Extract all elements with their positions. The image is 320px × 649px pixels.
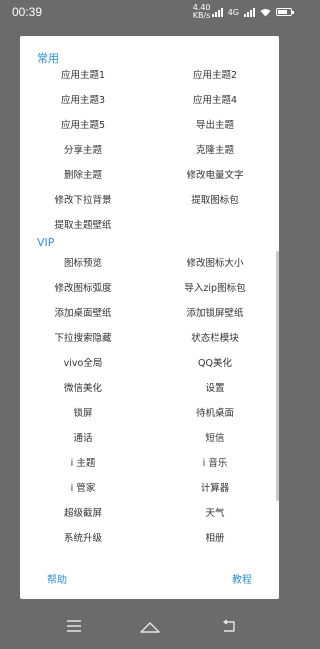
network-type: 4G	[227, 7, 239, 17]
status-bar: 00:39 4.40 KB/s 4G	[0, 0, 300, 24]
wifi-icon	[260, 8, 271, 16]
menu-item[interactable]: 分享主题	[28, 144, 138, 158]
menu-item[interactable]: 修改图标大小	[160, 257, 270, 271]
menu-item[interactable]: 修改图标弧度	[28, 282, 138, 296]
menu-item[interactable]: 添加锁屏壁纸	[160, 307, 270, 321]
menu-item[interactable]: 短信	[160, 432, 270, 446]
menu-item[interactable]: 通话	[28, 432, 138, 446]
menu-item[interactable]: 天气	[160, 507, 270, 521]
menu-item[interactable]: 删除主题	[28, 169, 138, 183]
status-icons: 4.40 KB/s 4G	[192, 3, 294, 20]
menu-item[interactable]: 克隆主题	[160, 144, 270, 158]
scrollbar[interactable]	[276, 251, 279, 501]
menu-item[interactable]: 应用主题5	[28, 119, 138, 133]
help-button[interactable]: 帮助	[47, 571, 67, 586]
menu-item[interactable]: 修改下拉背景	[28, 194, 138, 208]
menu-item[interactable]: 导入zip图标包	[160, 282, 270, 296]
menu-item[interactable]: 待机桌面	[160, 407, 270, 421]
network-speed: 4.40 KB/s	[192, 3, 211, 20]
menu-item[interactable]: i 音乐	[160, 457, 270, 471]
menu-item[interactable]: 导出主题	[160, 119, 270, 133]
theme-actions-dialog: 常用 应用主题1 应用主题2 应用主题3 应用主题4 应用主题5 导出主题分享主题 克隆主题…	[20, 36, 279, 599]
vip-section-title: VIP	[37, 236, 55, 249]
common-section-title: 常用	[37, 52, 59, 65]
tutorial-button[interactable]: 教程	[232, 571, 252, 586]
menu-item[interactable]: 下拉搜索隐藏	[28, 332, 138, 346]
menu-item[interactable]: 相册	[160, 532, 270, 546]
battery-icon	[276, 8, 294, 16]
menu-item[interactable]: 应用主题1	[28, 69, 138, 83]
menu-item[interactable]: 应用主题2	[160, 69, 270, 83]
menu-item[interactable]: i 主题	[28, 457, 138, 471]
menu-item[interactable]: 锁屏	[28, 407, 138, 421]
menu-item[interactable]: 状态栏模块	[160, 332, 270, 346]
signal-icon-2	[244, 7, 255, 17]
signal-icon	[211, 7, 223, 17]
menu-item[interactable]: i 管家	[28, 482, 138, 496]
menu-item[interactable]: 计算器	[160, 482, 270, 496]
menu-item[interactable]: 系统升级	[28, 532, 138, 546]
menu-item[interactable]: 图标预览	[28, 257, 138, 271]
home-icon[interactable]	[140, 619, 160, 633]
menu-item[interactable]: QQ美化	[160, 357, 270, 371]
navigation-bar	[0, 605, 300, 649]
status-time: 00:39	[12, 5, 43, 19]
menu-item[interactable]: 应用主题3	[28, 94, 138, 108]
menu-item[interactable]: 超级截屏	[28, 507, 138, 521]
back-icon[interactable]	[221, 619, 237, 633]
menu-item[interactable]: 微信美化	[28, 382, 138, 396]
menu-item[interactable]: 提取图标包	[160, 194, 270, 208]
menu-item[interactable]: 修改电量文字	[160, 169, 270, 183]
menu-item[interactable]: 添加桌面壁纸	[28, 307, 138, 321]
menu-icon[interactable]	[66, 619, 82, 633]
menu-item[interactable]: 应用主题4	[160, 94, 270, 108]
menu-item[interactable]: 设置	[160, 382, 270, 396]
menu-item[interactable]: 提取主题壁纸	[28, 219, 138, 233]
menu-item[interactable]: vivo全局	[28, 357, 138, 371]
